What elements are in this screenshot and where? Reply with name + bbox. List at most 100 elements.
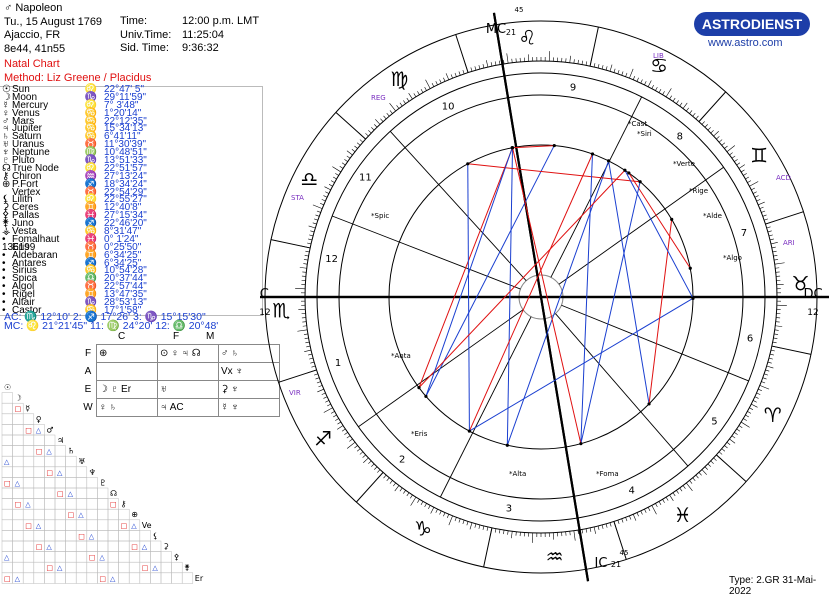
zodiac-tick	[739, 426, 742, 428]
house-number: 1	[335, 358, 341, 369]
aspect-diagonal-label: ♃	[57, 436, 64, 445]
zodiac-tick	[764, 374, 768, 375]
zodiac-tick	[425, 503, 427, 506]
zodiac-tick	[459, 519, 460, 523]
zodiac-tick	[324, 187, 330, 190]
zodiac-tick	[425, 87, 427, 90]
zodiac-tick	[323, 196, 327, 198]
aspect-cell	[66, 552, 77, 563]
zodiac-tick	[737, 163, 740, 165]
aspect-line	[629, 173, 690, 268]
zodiac-tick	[377, 470, 380, 473]
aspect-cell	[108, 509, 119, 520]
aspect-grid: ☉☽□☿♀□△♂♃□△♄△♅□△♆□△♇□△☊□△□⚷□△⊕□△□△Ve□△⚸□…	[0, 378, 300, 590]
aspect-cell	[13, 509, 24, 520]
planet-marker	[691, 297, 694, 300]
aspect-diagonal-label: ☿	[25, 404, 30, 413]
house-number: 3	[506, 504, 512, 515]
zodiac-tick	[421, 89, 423, 92]
aspect-mark: □	[15, 501, 22, 509]
planet-marker	[591, 152, 594, 155]
aspect-cell	[87, 477, 98, 488]
zodiac-tick	[629, 69, 633, 78]
aspect-cell	[23, 552, 34, 563]
zodiac-tick	[409, 93, 413, 99]
aspect-mark: △	[46, 448, 52, 456]
aspect-cell	[34, 509, 45, 520]
time-labels: Time: Univ.Time: Sid. Time:	[120, 15, 171, 56]
aspect-cell	[76, 499, 87, 510]
aspect-cell	[13, 446, 24, 457]
zodiac-tick	[747, 411, 750, 413]
zodiac-tick	[411, 497, 416, 505]
aspect-diagonal-label: ♇	[99, 478, 106, 487]
aspect-cell	[23, 530, 34, 541]
house-cusps: AC: ♏ 12°10' 2: ♐ 17°26' 3: ♑ 15°15'30" …	[4, 313, 218, 331]
cusp-purple-label: REG	[371, 94, 386, 102]
aspect-cell	[2, 435, 13, 446]
sign-glyph-icon: ♓	[674, 503, 692, 527]
aspect-line	[419, 148, 513, 388]
zodiac-tick	[724, 146, 727, 149]
zodiac-tick	[705, 467, 708, 470]
zodiac-tick	[761, 382, 765, 383]
house-number: 2	[399, 455, 405, 466]
zodiac-tick	[751, 404, 757, 407]
zodiac-tick	[463, 70, 464, 74]
house-number: 12	[325, 254, 338, 265]
zodiac-tick	[770, 354, 774, 355]
aspect-cell	[55, 477, 66, 488]
zodiac-tick	[317, 211, 321, 212]
zodiac-tick	[371, 464, 374, 467]
aspect-cell	[66, 477, 77, 488]
zodiac-tick	[337, 426, 343, 430]
aspect-mark: △	[152, 564, 158, 572]
zodiac-tick	[743, 419, 746, 421]
zodiac-tick	[683, 103, 687, 109]
zodiac-tick	[722, 449, 725, 452]
zodiac-tick	[755, 397, 759, 399]
zodiac-tick	[606, 524, 607, 528]
aspect-cell	[23, 573, 34, 584]
zodiac-tick	[304, 259, 308, 260]
zodiac-tick	[610, 65, 612, 72]
zodiac-tick	[310, 231, 314, 232]
zodiac-tick	[772, 247, 776, 248]
aspect-cell	[119, 509, 130, 520]
zodiac-tick	[371, 127, 374, 130]
zodiac-tick	[470, 523, 472, 530]
col-cardinal: C	[118, 331, 125, 342]
aspect-cell	[87, 562, 98, 573]
zodiac-tick	[479, 65, 480, 69]
aspect-cell	[87, 541, 98, 552]
aspect-cell	[23, 414, 34, 425]
aspect-diagonal-label: ☉	[4, 383, 11, 392]
aspect-cell	[140, 530, 151, 541]
ac-degree: 12	[260, 308, 271, 318]
aspect-cell	[66, 573, 77, 584]
aspect-cell	[34, 488, 45, 499]
zodiac-tick	[637, 513, 639, 517]
star-label: *Cast	[628, 120, 647, 128]
zodiac-tick	[432, 83, 434, 87]
aspect-cell	[2, 562, 13, 573]
aspect-cell	[140, 573, 151, 584]
zodiac-tick	[495, 61, 496, 65]
aspect-diagonal-label: Er	[195, 574, 204, 583]
planet-marker	[689, 267, 692, 270]
zodiac-tick	[763, 215, 767, 216]
zodiac-tick	[344, 159, 347, 161]
planet-marker	[623, 169, 626, 172]
aspect-line	[468, 164, 640, 182]
aspect-mark: □	[46, 469, 53, 477]
zodiac-tick	[313, 223, 317, 224]
zodiac-tick	[769, 235, 773, 236]
zodiac-tick	[618, 520, 619, 524]
aspect-cell	[44, 488, 55, 499]
zodiac-tick	[586, 61, 587, 65]
aspect-cell	[23, 562, 34, 573]
aspect-cell	[23, 446, 34, 457]
chart-header: ♂ Napoleon Tu., 15 August 1769 Ajaccio, …	[4, 2, 102, 56]
zodiac-tick	[729, 153, 732, 155]
aspect-line	[469, 154, 592, 431]
